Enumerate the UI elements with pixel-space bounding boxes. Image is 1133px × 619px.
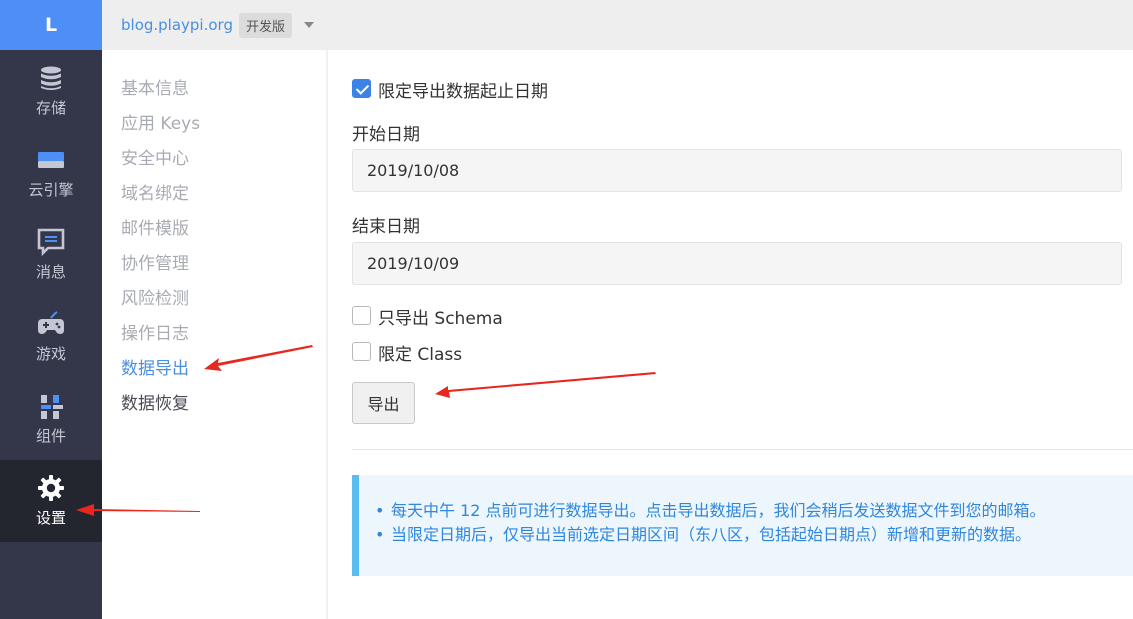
- nav-label: 存储: [35, 99, 66, 117]
- nav-label: 设置: [35, 509, 66, 527]
- message-icon: [37, 228, 65, 256]
- submenu-item-app-keys[interactable]: 应用 Keys: [121, 109, 200, 134]
- database-icon: [41, 66, 61, 90]
- nav-label: 游戏: [35, 345, 66, 363]
- export-button[interactable]: 导出: [352, 382, 415, 424]
- submenu-item-risk-detection[interactable]: 风险检测: [121, 284, 189, 309]
- app-name-link[interactable]: blog.playpi.org: [121, 16, 233, 34]
- divider: [352, 449, 1133, 450]
- app-logo[interactable]: L: [0, 0, 102, 50]
- notice-line: 当限定日期后，仅导出当前选定日期区间（东八区，包括起始日期点）新增和更新的数据。: [375, 523, 1133, 547]
- env-badge: 开发版: [238, 12, 292, 38]
- submenu-item-basic-info[interactable]: 基本信息: [121, 74, 189, 99]
- schema-only-checkbox[interactable]: [352, 306, 371, 325]
- server-icon: [38, 152, 64, 168]
- end-date-input[interactable]: 2019/10/09: [352, 242, 1122, 285]
- submenu-item-security[interactable]: 安全中心: [121, 144, 189, 169]
- top-bar: blog.playpi.org 开发版: [102, 0, 1133, 50]
- components-icon: [41, 395, 63, 419]
- limit-class-checkbox[interactable]: [352, 342, 371, 361]
- settings-submenu: 基本信息 应用 Keys 安全中心 域名绑定 邮件模版 协作管理 风险检测 操作…: [102, 50, 328, 619]
- limit-date-label: 限定导出数据起止日期: [378, 82, 548, 102]
- submenu-item-data-export[interactable]: 数据导出: [121, 354, 189, 379]
- start-date-label: 开始日期: [352, 125, 420, 145]
- submenu-item-data-restore[interactable]: 数据恢复: [121, 389, 189, 414]
- schema-only-label: 只导出 Schema: [378, 309, 503, 329]
- app-root: L 存储 云引擎 消息 游戏 组件 设置 blog.playpi.org 开发版…: [0, 0, 1133, 619]
- nav-item-games[interactable]: 游戏: [0, 296, 102, 378]
- start-date-input[interactable]: 2019/10/08: [352, 149, 1122, 192]
- notice-line: 每天中午 12 点前可进行数据导出。点击导出数据后，我们会稍后发送数据文件到您的…: [375, 499, 1133, 523]
- limit-date-checkbox[interactable]: [352, 79, 371, 98]
- left-nav: L 存储 云引擎 消息 游戏 组件 设置: [0, 0, 102, 619]
- limit-class-label: 限定 Class: [378, 345, 463, 365]
- submenu-item-domain-binding[interactable]: 域名绑定: [121, 179, 189, 204]
- nav-item-settings[interactable]: 设置: [0, 460, 102, 542]
- end-date-label: 结束日期: [352, 217, 420, 237]
- chevron-down-icon[interactable]: [304, 22, 314, 28]
- gear-icon: [38, 475, 64, 501]
- info-notice: 每天中午 12 点前可进行数据导出。点击导出数据后，我们会稍后发送数据文件到您的…: [352, 475, 1133, 576]
- nav-label: 消息: [35, 263, 66, 281]
- nav-item-components[interactable]: 组件: [0, 378, 102, 460]
- notice-list: 每天中午 12 点前可进行数据导出。点击导出数据后，我们会稍后发送数据文件到您的…: [375, 499, 1133, 547]
- gamepad-icon: [38, 311, 64, 334]
- arrow-to-export-button: [435, 372, 656, 398]
- submenu-item-collaboration[interactable]: 协作管理: [121, 249, 189, 274]
- submenu-item-operation-log[interactable]: 操作日志: [121, 319, 189, 344]
- submenu-item-email-templates[interactable]: 邮件模版: [121, 214, 189, 239]
- nav-item-cloud-engine[interactable]: 云引擎: [0, 132, 102, 214]
- nav-label: 组件: [35, 427, 66, 445]
- nav-item-messages[interactable]: 消息: [0, 214, 102, 296]
- nav-label: 云引擎: [28, 181, 74, 199]
- nav-item-storage[interactable]: 存储: [0, 50, 102, 132]
